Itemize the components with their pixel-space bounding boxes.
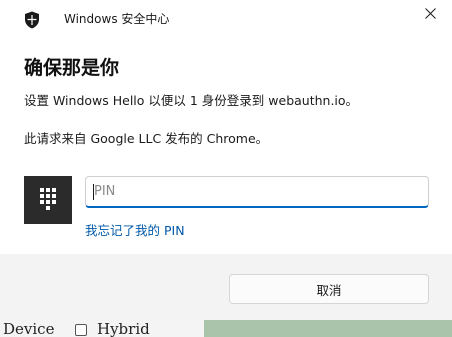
dialog-heading: 确保那是你 — [24, 57, 120, 79]
windows-hello-dialog: Windows 安全中心 确保那是你 设置 Windows Hello 以便以 … — [0, 0, 452, 320]
pin-input[interactable] — [85, 176, 429, 208]
background-page-strip: Device Hybrid — [0, 320, 452, 337]
cancel-button[interactable]: 取消 — [229, 274, 429, 304]
app-title: Windows 安全中心 — [64, 12, 170, 26]
setup-description: 设置 Windows Hello 以便以 1 身份登录到 webauthn.io… — [24, 93, 359, 108]
keypad-icon — [24, 176, 72, 224]
text-caret — [93, 184, 94, 200]
forgot-pin-link[interactable]: 我忘记了我的 PIN — [85, 223, 185, 239]
close-icon — [424, 4, 436, 23]
background-label-device: Device — [3, 320, 55, 337]
background-hybrid-checkbox[interactable] — [75, 324, 87, 336]
background-green-panel — [204, 320, 452, 337]
background-label-hybrid: Hybrid — [97, 320, 150, 337]
request-source-text: 此请求来自 Google LLC 发布的 Chrome。 — [24, 131, 269, 146]
shield-icon — [24, 11, 40, 29]
title-bar: Windows 安全中心 — [0, 0, 452, 38]
close-button[interactable] — [416, 2, 444, 24]
